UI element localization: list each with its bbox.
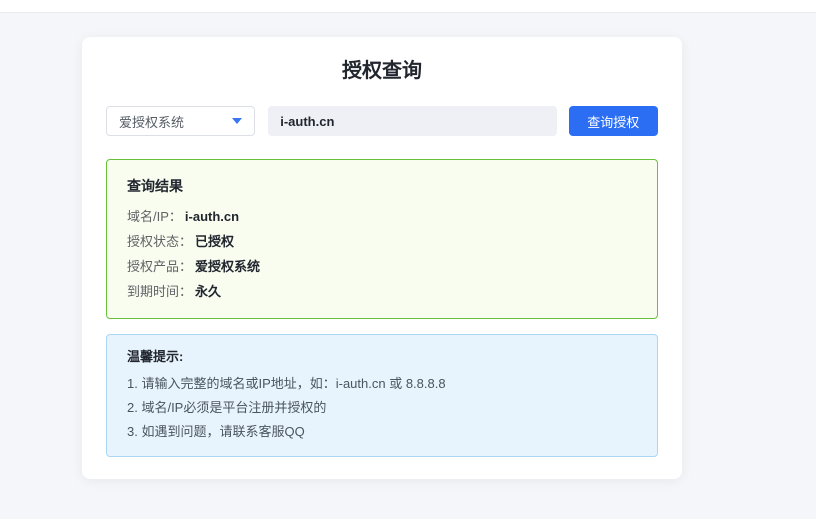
top-bar bbox=[0, 0, 816, 13]
domain-input[interactable] bbox=[268, 106, 556, 136]
tip-item-1: 1. 请输入完整的域名或IP地址，如：i-auth.cn 或 8.8.8.8 bbox=[127, 372, 637, 396]
result-title: 查询结果 bbox=[127, 177, 637, 195]
auth-query-card: 授权查询 爱授权系统 查询授权 查询结果 域名/IP：i-auth.cn 授权状… bbox=[82, 37, 682, 479]
result-value: 已授权 bbox=[195, 234, 234, 249]
tip-item-2: 2. 域名/IP必须是平台注册并授权的 bbox=[127, 396, 637, 420]
result-label: 域名/IP： bbox=[127, 209, 182, 224]
result-label: 授权状态： bbox=[127, 234, 192, 249]
page-title: 授权查询 bbox=[106, 59, 658, 84]
product-select-value: 爱授权系统 bbox=[119, 112, 184, 131]
result-row-product: 授权产品：爱授权系统 bbox=[127, 254, 637, 279]
tips-title: 温馨提示: bbox=[127, 348, 637, 366]
query-result-box: 查询结果 域名/IP：i-auth.cn 授权状态：已授权 授权产品：爱授权系统… bbox=[106, 159, 658, 319]
result-value: 永久 bbox=[195, 284, 221, 299]
tip-item-3: 3. 如遇到问题，请联系客服QQ bbox=[127, 420, 637, 444]
result-label: 授权产品： bbox=[127, 259, 192, 274]
result-label: 到期时间： bbox=[127, 284, 192, 299]
chevron-down-icon bbox=[232, 118, 242, 124]
result-row-domain: 域名/IP：i-auth.cn bbox=[127, 204, 637, 229]
query-auth-button[interactable]: 查询授权 bbox=[569, 106, 658, 136]
result-value: 爱授权系统 bbox=[195, 259, 260, 274]
product-select[interactable]: 爱授权系统 bbox=[106, 106, 255, 136]
tips-box: 温馨提示: 1. 请输入完整的域名或IP地址，如：i-auth.cn 或 8.8… bbox=[106, 334, 658, 457]
query-form-row: 爱授权系统 查询授权 bbox=[106, 106, 658, 136]
result-row-expiry: 到期时间：永久 bbox=[127, 279, 637, 304]
result-value: i-auth.cn bbox=[185, 209, 239, 224]
result-row-status: 授权状态：已授权 bbox=[127, 229, 637, 254]
